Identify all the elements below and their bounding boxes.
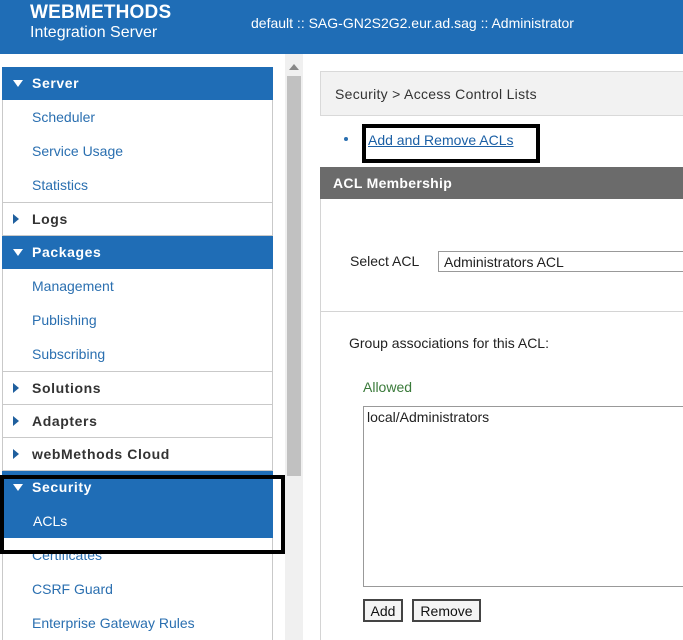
list-item[interactable]: local/Administrators	[367, 409, 683, 425]
sidebar-scrollbar[interactable]	[285, 54, 303, 640]
nav-section-solutions[interactable]: Solutions	[2, 372, 273, 405]
nav-section-label: Packages	[32, 244, 102, 260]
acl-membership-panel: Select ACL Administrators ACL Group asso…	[320, 199, 683, 640]
nav-item-service-usage[interactable]: Service Usage	[3, 134, 272, 168]
nav-menu: Server Scheduler Service Usage Statistic…	[2, 67, 273, 640]
breadcrumb: Security > Access Control Lists	[320, 71, 683, 116]
nav-group-security: ACLs Certificates CSRF Guard Enterprise …	[2, 504, 273, 640]
nav-item-scheduler[interactable]: Scheduler	[3, 100, 272, 134]
scroll-up-icon[interactable]	[289, 64, 299, 70]
remove-button[interactable]: Remove	[412, 599, 481, 622]
group-associations-label: Group associations for this ACL:	[349, 335, 549, 351]
sidebar: Server Scheduler Service Usage Statistic…	[0, 54, 285, 640]
nav-item-enterprise-gateway-rules[interactable]: Enterprise Gateway Rules	[3, 606, 272, 640]
nav-section-server[interactable]: Server	[2, 67, 273, 100]
nav-section-label: Security	[32, 479, 93, 495]
add-remove-acls-link[interactable]: Add and Remove ACLs	[368, 132, 514, 148]
bullet-icon	[344, 137, 348, 141]
acl-select-value: Administrators ACL	[444, 253, 564, 270]
nav-item-publishing[interactable]: Publishing	[3, 303, 272, 337]
server-info: default :: SAG-GN2S2G2.eur.ad.sag :: Adm…	[251, 15, 574, 31]
divider	[321, 311, 683, 312]
nav-item-subscribing[interactable]: Subscribing	[3, 337, 272, 371]
select-acl-label: Select ACL	[350, 253, 420, 269]
nav-group-server: Scheduler Service Usage Statistics	[2, 100, 273, 203]
add-button[interactable]: Add	[363, 599, 403, 622]
nav-section-label: Solutions	[32, 380, 102, 396]
triangle-right-icon	[13, 214, 32, 224]
nav-section-label: Server	[32, 75, 80, 91]
nav-item-statistics[interactable]: Statistics	[3, 168, 272, 202]
triangle-down-icon	[13, 483, 32, 491]
nav-item-certificates[interactable]: Certificates	[3, 538, 272, 572]
allowed-label: Allowed	[363, 379, 413, 395]
nav-item-management[interactable]: Management	[3, 269, 272, 303]
nav-item-csrf-guard[interactable]: CSRF Guard	[3, 572, 272, 606]
nav-section-logs[interactable]: Logs	[2, 203, 273, 236]
scroll-thumb[interactable]	[287, 76, 301, 476]
triangle-down-icon	[13, 79, 32, 87]
allowed-groups-list[interactable]: local/Administrators	[363, 406, 683, 587]
triangle-down-icon	[13, 248, 32, 256]
nav-section-security[interactable]: Security	[2, 471, 273, 504]
page: WEBMETHODS Integration Server default ::…	[0, 0, 683, 640]
nav-section-label: webMethods Cloud	[32, 446, 170, 462]
nav-section-adapters[interactable]: Adapters	[2, 405, 273, 438]
nav-group-packages: Management Publishing Subscribing	[2, 269, 273, 372]
triangle-right-icon	[13, 416, 32, 426]
triangle-right-icon	[13, 383, 32, 393]
panel-title: ACL Membership	[320, 167, 683, 199]
nav-section-label: Adapters	[32, 413, 98, 429]
brand-subtitle: Integration Server	[30, 24, 158, 41]
nav-item-acls[interactable]: ACLs	[2, 504, 273, 538]
main-content: Security > Access Control Lists Add and …	[320, 71, 683, 640]
nav-section-label: Logs	[32, 211, 68, 227]
acl-select[interactable]: Administrators ACL	[438, 251, 683, 272]
nav-section-packages[interactable]: Packages	[2, 236, 273, 269]
nav-section-webmethods-cloud[interactable]: webMethods Cloud	[2, 438, 273, 471]
triangle-right-icon	[13, 449, 32, 459]
brand-name: WEBMETHODS	[30, 2, 172, 23]
app-header: WEBMETHODS Integration Server default ::…	[0, 0, 683, 54]
